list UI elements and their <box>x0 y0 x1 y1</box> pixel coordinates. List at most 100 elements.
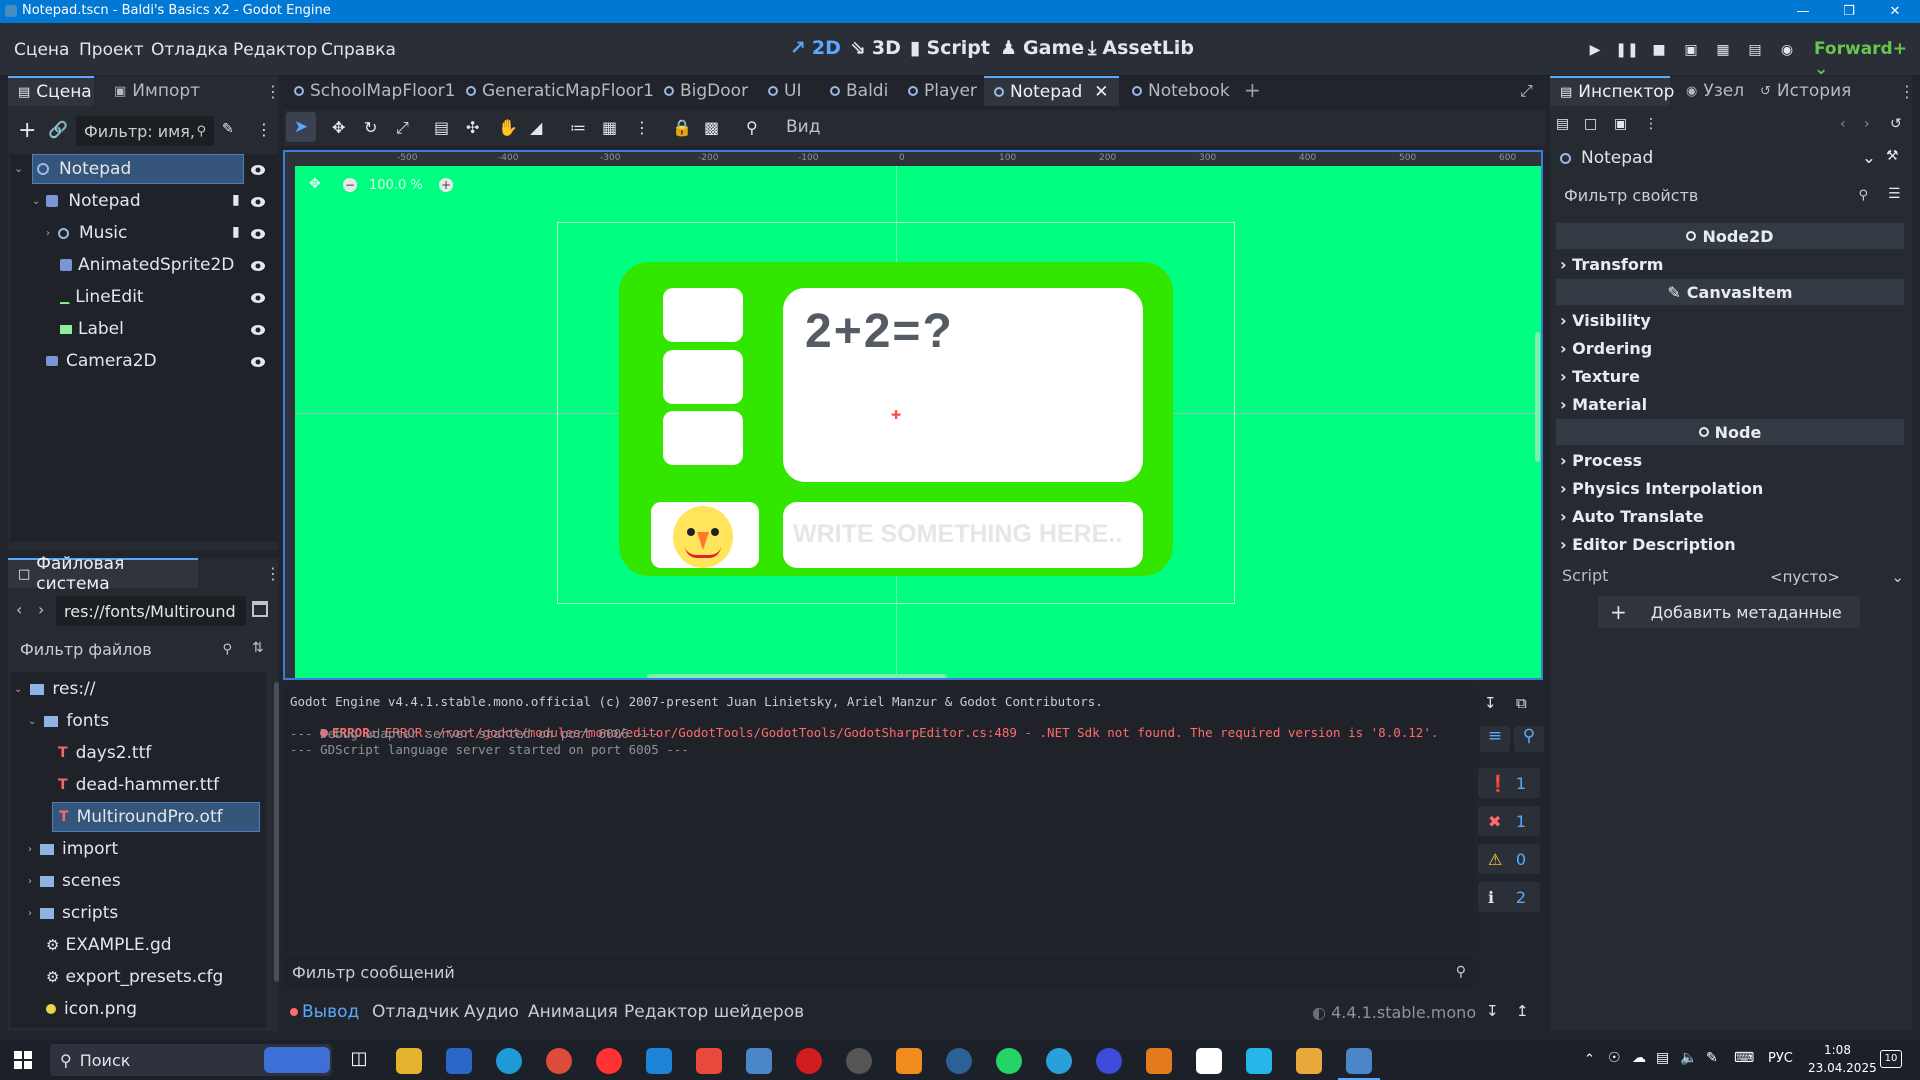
menu-help[interactable]: Справка <box>321 40 396 60</box>
tree-row-animatedsprite2d[interactable]: AnimatedSprite2D <box>60 250 250 280</box>
sort-icon[interactable]: ⇅ <box>252 640 264 656</box>
visibility-eye-icon[interactable] <box>250 322 266 338</box>
object-history-icon[interactable]: ↺ <box>1890 116 1902 132</box>
file-row-scenes[interactable]: › scenes <box>28 866 121 896</box>
scene-filter-input[interactable]: Фильтр: имя, ⚲ <box>76 116 214 146</box>
tree-row-camera2d[interactable]: Camera2D <box>46 346 226 376</box>
tree-row-notepad-root[interactable]: Notepad <box>32 154 244 184</box>
view-menu[interactable]: Вид <box>786 117 820 137</box>
tab-animation[interactable]: Анимация <box>528 1002 618 1022</box>
tab-ui[interactable]: UI <box>758 76 811 106</box>
zoom-out-icon[interactable]: − <box>343 178 357 192</box>
file-filter-input[interactable]: Фильтр файлов ⚲ <box>12 634 240 664</box>
close-tab-icon[interactable]: ✕ <box>1094 82 1108 102</box>
menu-project[interactable]: Проект <box>79 40 144 60</box>
telegram-icon[interactable] <box>1046 1048 1072 1074</box>
rotate-tool-icon[interactable]: ↻ <box>364 118 377 137</box>
vlc-icon[interactable] <box>896 1048 922 1074</box>
tab-shader-editor[interactable]: Редактор шейдеров <box>624 1002 804 1022</box>
clock-date[interactable]: 23.04.2025 <box>1808 1061 1877 1075</box>
canvas-viewport[interactable]: -500 -400 -300 -200 -100 0 100 200 300 4… <box>283 150 1543 680</box>
distraction-free-icon[interactable]: ⤢ <box>1520 81 1533 101</box>
tool-icon[interactable]: ⚒ <box>1886 148 1899 164</box>
taskbar-search[interactable]: ⚲ Поиск <box>50 1044 332 1076</box>
whatsapp-icon[interactable] <box>996 1048 1022 1074</box>
menu-editor[interactable]: Редактор <box>233 40 317 60</box>
tree-row-notepad-sprite[interactable]: ⌄ Notepad <box>32 186 232 216</box>
edge-icon[interactable] <box>496 1048 522 1074</box>
file-row-icon-png[interactable]: icon.png <box>46 994 137 1024</box>
vscode-icon[interactable] <box>646 1048 672 1074</box>
info-count-button[interactable]: ℹ2 <box>1478 882 1540 912</box>
maximize-button[interactable]: ❐ <box>1826 0 1872 23</box>
windows-start-icon[interactable] <box>14 1051 32 1069</box>
zoom-icon[interactable] <box>1096 1048 1122 1074</box>
tab-import[interactable]: ▣ Импорт <box>104 76 214 106</box>
network-icon[interactable]: ▤ <box>1656 1050 1669 1066</box>
link-icon[interactable]: 🔗 <box>48 120 68 139</box>
main-screen-2d[interactable]: ↗ 2D <box>790 37 841 59</box>
add-node-button[interactable]: + <box>18 118 36 143</box>
add-tab-icon[interactable]: + <box>1244 78 1261 102</box>
category-physics-interpolation[interactable]: › Physics Interpolation <box>1560 479 1763 498</box>
visibility-eye-icon[interactable] <box>250 354 266 370</box>
tab-node[interactable]: ◉ Узел <box>1676 76 1754 106</box>
grid-snap-icon[interactable]: ▦ <box>602 118 617 137</box>
tree-row-label[interactable]: Label <box>60 314 230 344</box>
file-row-scripts[interactable]: › scripts <box>28 898 118 928</box>
cloud-icon[interactable]: ☁ <box>1632 1050 1646 1066</box>
category-texture[interactable]: › Texture <box>1560 367 1640 386</box>
visibility-eye-icon[interactable] <box>250 194 266 210</box>
keyboard-icon[interactable]: ⌨ <box>1734 1050 1754 1066</box>
category-transform[interactable]: › Transform <box>1560 255 1663 274</box>
tab-audio[interactable]: Аудио <box>464 1002 519 1022</box>
log-count-button[interactable]: ❗ 1 <box>1478 768 1540 798</box>
copy-icon[interactable]: ⧉ <box>1516 694 1527 712</box>
language-indicator[interactable]: РУС <box>1768 1051 1793 1066</box>
yandex-icon[interactable] <box>596 1048 622 1074</box>
visibility-eye-icon[interactable] <box>250 258 266 274</box>
lock-icon[interactable]: 🔒 <box>672 118 692 137</box>
file-row-fonts[interactable]: ⌄ fonts <box>28 706 109 736</box>
play-button[interactable]: ▶ <box>1584 39 1606 61</box>
brave-icon[interactable] <box>696 1048 722 1074</box>
list-tool-icon[interactable]: ▤ <box>434 118 449 137</box>
pen-icon[interactable]: ✎ <box>1706 1050 1718 1066</box>
snap-options-icon[interactable]: ⋮ <box>634 118 650 137</box>
history-forward-icon[interactable]: › <box>1864 116 1870 132</box>
record-icon[interactable] <box>796 1048 822 1074</box>
script-icon[interactable]: ▮ <box>232 192 240 208</box>
tab-baldi[interactable]: Baldi <box>820 76 898 106</box>
category-visibility[interactable]: › Visibility <box>1560 311 1651 330</box>
stop-button[interactable]: ■ <box>1648 39 1670 61</box>
tab-scene[interactable]: ▤ Сцена <box>8 76 94 106</box>
file-row-dead-hammer[interactable]: T dead-hammer.ttf <box>58 770 219 800</box>
pause-button[interactable]: ❚❚ <box>1615 39 1638 61</box>
main-screen-assetlib[interactable]: ⤓ AssetLib <box>1088 37 1194 59</box>
message-filter-input[interactable]: Фильтр сообщений ⚲ <box>284 956 1474 988</box>
minimize-button[interactable]: — <box>1780 0 1826 23</box>
godot-active-icon[interactable] <box>1346 1048 1372 1074</box>
pin-icon[interactable]: ↧ <box>1484 694 1497 712</box>
file-row-example-gd[interactable]: ⚙ EXAMPLE.gd <box>46 930 172 960</box>
tab-output[interactable]: Вывод <box>290 1002 359 1022</box>
tray-chevron-icon[interactable]: ⌃ <box>1584 1052 1595 1067</box>
tab-player[interactable]: Player <box>898 76 987 106</box>
steam-icon[interactable] <box>946 1048 972 1074</box>
bone-icon[interactable]: ⚲ <box>746 118 758 137</box>
center-view-icon[interactable]: ✥ <box>309 176 321 192</box>
category-auto-translate[interactable]: › Auto Translate <box>1560 507 1704 526</box>
tray-app-icon[interactable]: ☉ <box>1608 1050 1621 1066</box>
godot-icon[interactable] <box>746 1048 772 1074</box>
remote-debug-icon[interactable]: ▣ <box>1680 39 1702 61</box>
tree-row-lineedit[interactable]: ▁ LineEdit <box>60 282 230 312</box>
history-back-icon[interactable]: ‹ <box>1840 116 1846 132</box>
category-ordering[interactable]: › Ordering <box>1560 339 1652 358</box>
main-screen-script[interactable]: ▮ Script <box>910 37 990 59</box>
main-screen-game[interactable]: ♟ Game <box>1000 37 1084 59</box>
play-custom-button[interactable]: ▤ <box>1744 39 1766 61</box>
property-filter-input[interactable]: Фильтр свойств ⚲ <box>1556 180 1876 210</box>
split-view-icon[interactable] <box>252 601 268 617</box>
category-editor-description[interactable]: › Editor Description <box>1560 535 1736 554</box>
file-row-res[interactable]: ⌄ res:// <box>14 674 96 704</box>
